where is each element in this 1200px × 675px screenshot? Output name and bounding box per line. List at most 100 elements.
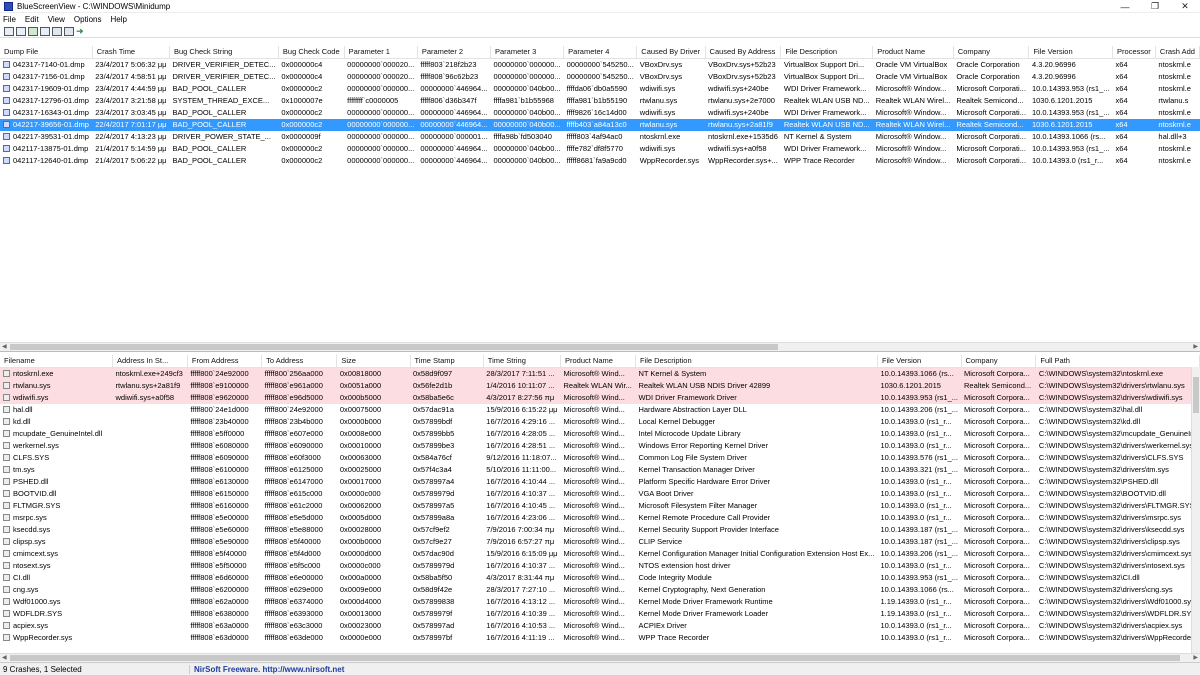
crash-col-header[interactable]: Parameter 1 [344,46,418,59]
minimize-button[interactable]: — [1110,0,1140,13]
scroll-left-icon[interactable]: ◀ [2,343,7,350]
module-row[interactable]: clipsp.sys fffff808`e5e90000 fffff808`e5f4… [0,536,1200,548]
crash-row[interactable]: 042317-7156-01.dmp 23/4/2017 4:58:51 μμ DR… [0,71,1200,83]
module-list-scroll-thumb[interactable] [10,655,1180,661]
crash-col-header[interactable]: Parameter 3 [490,46,565,59]
crash-col-header[interactable]: Caused By Address [705,46,782,59]
module-row[interactable]: ntosext.sys fffff808`e5f50000 fffff808`e5f… [0,560,1200,572]
crash-col-header[interactable]: File Version [1028,46,1114,59]
module-row[interactable]: tm.sys fffff808`e6100000 fffff808`e6125000… [0,464,1200,476]
crash-col-header[interactable]: Product Name [872,46,954,59]
module-cell: 0x000b0000 [339,536,382,546]
module-row[interactable]: CLFS.SYS fffff808`e6090000 fffff808`e60f30… [0,452,1200,464]
menu-view[interactable]: View [48,15,65,24]
module-row[interactable]: rtwlanu.sys rtwlanu.sys+2a81f9 fffff808`e9… [0,379,1200,392]
menu-options[interactable]: Options [74,15,102,24]
refresh-icon[interactable] [28,26,38,36]
crash-row[interactable]: 042217-39531-01.dmp 22/4/2017 4:13:23 μμ D… [0,131,1200,143]
module-col-header[interactable]: Time String [483,355,562,368]
crash-col-header[interactable]: Crash Add [1155,46,1200,59]
menu-help[interactable]: Help [110,15,126,24]
scroll-left-icon[interactable]: ◀ [2,654,7,661]
crash-col-header[interactable]: Bug Check String [169,46,279,59]
module-row[interactable]: WppRecorder.sys fffff808`e63d0000 fffff808… [0,632,1200,644]
crash-row[interactable]: 042217-39656-01.dmp 22/4/2017 7:01:17 μμ B… [0,118,1200,131]
crash-cell-name: 042117-12640-01.dmp [0,155,92,167]
scroll-right-icon[interactable]: ▶ [1193,654,1198,661]
menu-edit[interactable]: Edit [25,15,39,24]
module-col-header[interactable]: Filename [0,355,113,368]
module-row[interactable]: kd.dll fffff808`23b40000 fffff808`23b4b000… [0,416,1200,428]
crash-row[interactable]: 042117-13875-01.dmp 21/4/2017 5:14:59 μμ B… [0,143,1200,155]
crash-row[interactable]: 042317-19609-01.dmp 23/4/2017 4:44:59 μμ B… [0,83,1200,95]
crash-col-header[interactable]: Crash Time [92,46,170,59]
module-row[interactable]: FLTMGR.SYS fffff808`e6160000 fffff808`e61c… [0,500,1200,512]
crash-row[interactable]: 042317-16343-01.dmp 23/4/2017 3:03:45 μμ B… [0,107,1200,119]
module-cell: Microsoft Corpora... [964,548,1030,558]
crash-col-header[interactable]: File Description [780,46,874,59]
maximize-button[interactable]: ❐ [1140,0,1170,13]
module-row[interactable]: ntoskrnl.exe ntoskrnl.exe+249cf3 fffff800`… [0,367,1200,380]
crash-col-header[interactable]: Bug Check Code [278,46,345,59]
run-icon[interactable]: ➜ [76,26,86,36]
module-row[interactable]: PSHED.dll fffff808`e6130000 fffff808`e6147… [0,476,1200,488]
crash-row[interactable]: 042117-12640-01.dmp 21/4/2017 5:06:22 μμ B… [0,155,1200,167]
crash-list-scroll-thumb[interactable] [10,344,778,350]
module-row[interactable]: hal.dll fffff800`24e1d000 fffff800`24e9200… [0,404,1200,416]
crash-cell: x64 [1115,143,1128,153]
module-col-header[interactable]: From Address [187,355,263,368]
module-list-vscrollbar[interactable] [1191,367,1200,653]
module-col-header[interactable]: Size [336,355,411,368]
module-row[interactable]: msrpc.sys fffff808`e5e00000 fffff808`e5e5d… [0,512,1200,524]
dump-file-icon [3,120,10,128]
crash-col-header[interactable]: Company [953,46,1030,59]
module-col-header[interactable]: Address In St... [112,355,188,368]
scroll-right-icon[interactable]: ▶ [1193,343,1198,350]
module-cell-name: acpiex.sys [0,620,112,632]
module-row[interactable]: cmimcext.sys fffff808`e5f40000 fffff808`e5… [0,548,1200,560]
module-cell: 10.0.14393.187 (rs1_... [880,524,958,534]
crash-col-header[interactable]: Caused By Driver [636,46,706,59]
crash-row[interactable]: 042317-7140-01.dmp 23/4/2017 5:06:32 μμ DR… [0,58,1200,71]
module-col-header[interactable]: File Version [877,355,962,368]
crash-col-header[interactable]: Parameter 2 [417,46,491,59]
crash-row[interactable]: 042317-12796-01.dmp 23/4/2017 3:21:58 μμ S… [0,95,1200,107]
module-list-hscrollbar[interactable]: ◀ ▶ [0,653,1200,662]
menu-file[interactable]: File [3,15,16,24]
close-button[interactable]: ✕ [1170,0,1200,13]
crash-col-header[interactable]: Processor [1112,46,1156,59]
module-row[interactable]: BOOTVID.dll fffff808`e6150000 fffff808`e61… [0,488,1200,500]
module-col-header[interactable]: Full Path [1035,355,1200,368]
crash-cell: hal.dll+3 [1158,131,1187,141]
module-row[interactable]: ksecdd.sys fffff808`e5e60000 fffff808`e5e8… [0,524,1200,536]
crash-cell: ntoskrnl.e [1155,118,1200,131]
module-row[interactable]: Wdf01000.sys fffff808`e62a0000 fffff808`e6… [0,596,1200,608]
save-icon[interactable] [16,26,26,36]
module-row[interactable]: WDFLDR.SYS fffff808`e6380000 fffff808`e639… [0,608,1200,620]
properties-icon[interactable] [52,26,62,36]
module-cell-text: hal.dll [13,404,33,414]
module-row[interactable]: mcupdate_GenuineIntel.dll fffff808`e5ff00… [0,428,1200,440]
module-cell: 0x00025000 [339,464,382,474]
crash-cell: 0x1000007e [281,95,323,105]
copy-icon[interactable] [40,26,50,36]
crash-list-hscrollbar[interactable]: ◀ ▶ [0,342,1200,351]
crash-cell: 00000000`000001... [420,131,488,141]
html-report-icon[interactable] [64,26,74,36]
module-row[interactable]: wdiwifi.sys wdiwifi.sys+a0f58 fffff808`e96… [0,391,1200,404]
nirsoft-link[interactable]: NirSoft Freeware. http://www.nirsoft.net [190,665,344,674]
module-col-header[interactable]: Company [961,355,1037,368]
module-cell: Microsoft Corpora... [964,428,1030,438]
crash-col-header[interactable]: Parameter 4 [563,46,638,59]
module-row[interactable]: werkernel.sys fffff808`e6080000 fffff808`e… [0,440,1200,452]
module-col-header[interactable]: Time Stamp [410,355,484,368]
module-row[interactable]: cng.sys fffff808`e6200000 fffff808`e629e00… [0,584,1200,596]
module-col-header[interactable]: Product Name [560,355,636,368]
crash-col-header[interactable]: Dump File [0,46,93,59]
module-col-header[interactable]: To Address [261,355,338,368]
module-row[interactable]: acpiex.sys fffff808`e63a0000 fffff808`e63c… [0,620,1200,632]
module-row[interactable]: CI.dll fffff808`e6d60000 fffff808`e6e00000… [0,572,1200,584]
module-list-vscroll-thumb[interactable] [1193,377,1199,413]
module-col-header[interactable]: File Description [635,355,878,368]
options-icon[interactable] [4,26,14,36]
